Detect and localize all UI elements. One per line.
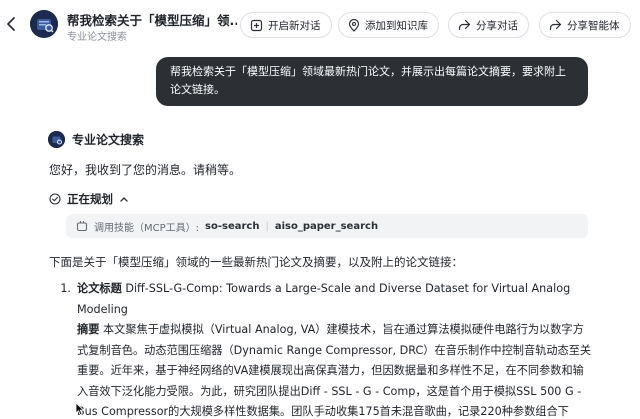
share-chat-button[interactable]: 分享对话 [448,12,529,38]
paper-abstract: 本文聚焦于虚拟模拟（Virtual Analog, VA）建模技术，旨在通过算法… [77,323,592,418]
tool-call-label: 调用技能（MCP工具）: [94,222,200,234]
share-icon [549,19,562,31]
agent-name: 专业论文搜索 [72,133,145,147]
planning-label: 正在规划 [67,192,113,206]
tool-call-panel: 调用技能（MCP工具）: so-search | aiso_paper_sear… [66,214,588,238]
new-chat-label: 开启新对话 [268,19,321,32]
plugin-icon [76,221,88,232]
agent-avatar [30,10,58,38]
location-pin-icon [348,18,360,32]
new-chat-icon [250,19,263,31]
paper-title: Diff-SSL-G-Comp: Towards a Large-Scale a… [77,282,571,316]
mouse-cursor-icon [75,402,85,416]
chevron-left-icon [7,17,15,31]
check-circle-icon [49,193,61,205]
chat-header: 帮我检索关于「模型压缩」领... 专业论文搜索 开启新对话 添加到知识库 分享对… [0,0,640,48]
planning-toggle[interactable]: 正在规划 [49,191,129,207]
add-to-knowledge-base-label: 添加到知识库 [365,19,428,32]
list-item-number: 1. [60,282,71,295]
paper-abstract-label: 摘要 [77,323,100,336]
share-agent-button[interactable]: 分享智能体 [539,12,631,38]
tool-name: so-search [205,220,260,232]
agent-greeting: 您好，我收到了您的消息。请稍等。 [49,163,242,177]
agent-subtitle: 专业论文搜索 [67,32,127,43]
conversation-title: 帮我检索关于「模型压缩」领... [67,13,237,28]
paper-title-label: 论文标题 [77,282,122,295]
list-item: 1. 论文标题 Diff-SSL-G-Comp: Towards a Large… [49,279,594,419]
tool-separator: | [265,220,269,232]
chevron-up-icon [120,197,128,202]
user-message-bubble: 帮我检索关于「模型压缩」领域最新热门论文，并展示出每篇论文摘要，要求附上论文链接… [156,57,588,106]
share-agent-label: 分享智能体 [567,19,620,32]
add-to-knowledge-base-button[interactable]: 添加到知识库 [338,12,439,38]
new-chat-button[interactable]: 开启新对话 [240,12,332,38]
paper-abstract-line: 摘要 本文聚焦于虚拟模拟（Virtual Analog, VA）建模技术，旨在通… [77,320,594,419]
results-intro: 下面是关于「模型压缩」领域的一些最新热门论文及摘要，以及附上的论文链接： [49,255,463,269]
tool-name: aiso_paper_search [274,220,379,232]
paper-entry: 论文标题 Diff-SSL-G-Comp: Towards a Large-Sc… [77,279,594,419]
agent-avatar-icon [48,131,65,148]
paper-title-line: 论文标题 Diff-SSL-G-Comp: Towards a Large-Sc… [77,279,594,320]
chat-page: 帮我检索关于「模型压缩」领... 专业论文搜索 开启新对话 添加到知识库 分享对… [0,0,640,419]
paper-list: 1. 论文标题 Diff-SSL-G-Comp: Towards a Large… [49,279,594,419]
share-chat-label: 分享对话 [476,19,518,32]
back-button[interactable] [4,13,18,35]
share-icon [458,19,471,31]
agent-header: 专业论文搜索 [48,131,144,148]
